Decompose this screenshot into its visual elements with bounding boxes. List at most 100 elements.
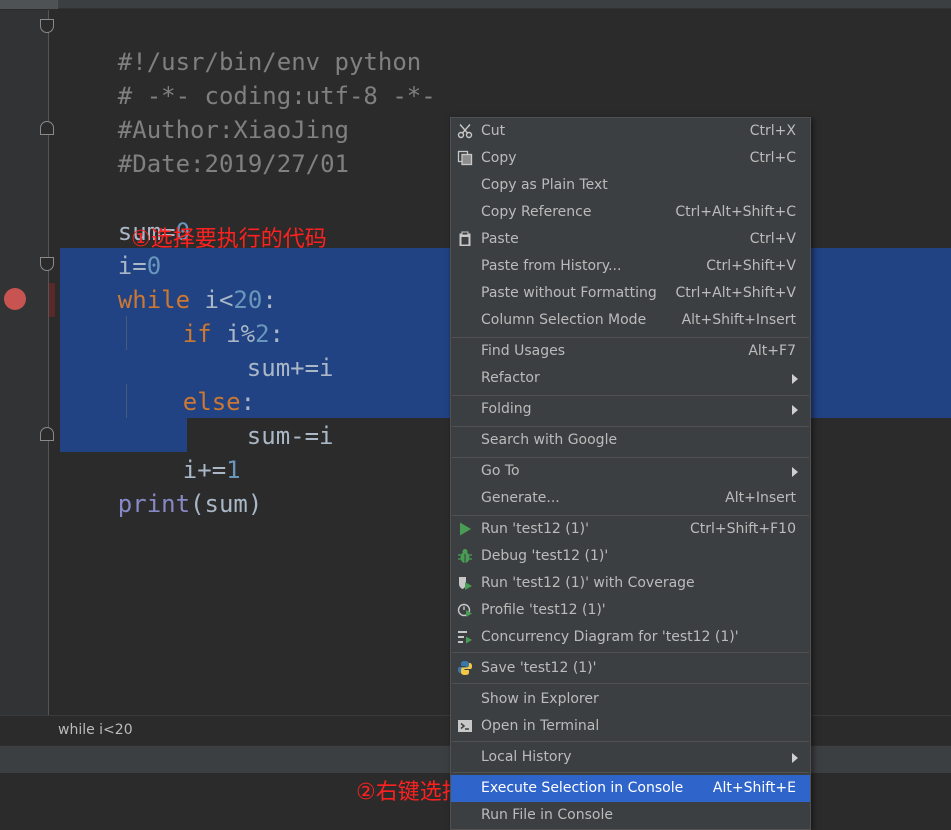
menu-item-label: Column Selection Mode xyxy=(481,312,647,328)
menu-item-shortcut: Alt+Shift+E xyxy=(712,780,796,796)
menu-item-label: Go To xyxy=(481,463,520,479)
menu-item-column-selection[interactable]: Column Selection Mode Alt+Shift+Insert xyxy=(451,307,810,334)
code-token: sum+=i xyxy=(246,354,334,382)
menu-separator xyxy=(452,741,809,742)
menu-item-copy[interactable]: Copy Ctrl+C xyxy=(451,145,810,172)
breakpoint-line-marker xyxy=(49,283,55,317)
menu-item-open-terminal[interactable]: Open in Terminal xyxy=(451,713,810,740)
menu-item-label: Find Usages xyxy=(481,343,566,359)
annotation-step2: ②右键选择 xyxy=(356,780,464,805)
menu-item-paste-without-formatting[interactable]: Paste without Formatting Ctrl+Alt+Shift+… xyxy=(451,280,810,307)
code-line: else: xyxy=(125,351,255,416)
submenu-arrow-icon xyxy=(792,467,798,477)
breakpoint-icon[interactable] xyxy=(4,288,26,310)
menu-item-shortcut: Ctrl+Shift+F10 xyxy=(689,521,796,537)
python-icon xyxy=(457,660,473,676)
menu-item-cut[interactable]: Cut Ctrl+X xyxy=(451,118,810,145)
menu-item-paste[interactable]: Paste Ctrl+V xyxy=(451,226,810,253)
code-line: while i<20: xyxy=(60,249,277,314)
annotation-step1: ①选择要执行的代码 xyxy=(131,227,327,252)
menu-item-search-google[interactable]: Search with Google xyxy=(451,427,810,454)
debug-bug-icon xyxy=(457,548,473,564)
fold-toggle-icon[interactable] xyxy=(40,19,54,33)
menu-item-shortcut: Alt+Shift+Insert xyxy=(681,312,796,328)
fold-toggle-icon[interactable] xyxy=(40,257,54,271)
code-line: sum-=i xyxy=(189,385,334,450)
menu-item-concurrency-diagram[interactable]: Concurrency Diagram for 'test12 (1)' xyxy=(451,624,810,651)
menu-item-label: Folding xyxy=(481,401,532,417)
fold-toggle-icon[interactable] xyxy=(40,427,54,441)
menu-item-profile[interactable]: Profile 'test12 (1)' xyxy=(451,597,810,624)
menu-item-refactor[interactable]: Refactor xyxy=(451,365,810,392)
menu-item-shortcut: Ctrl+X xyxy=(749,123,796,139)
menu-item-label: Concurrency Diagram for 'test12 (1)' xyxy=(481,629,739,645)
fold-toggle-icon[interactable] xyxy=(40,121,54,135)
editor-gutter[interactable] xyxy=(0,10,48,715)
profile-icon xyxy=(457,602,473,618)
code-line: #!/usr/bin/env python xyxy=(60,11,421,76)
scissors-icon xyxy=(457,123,473,139)
terminal-icon xyxy=(457,718,473,734)
code-comment: #Date:2019/27/01 xyxy=(117,150,349,178)
menu-item-find-usages[interactable]: Find Usages Alt+F7 xyxy=(451,338,810,365)
menu-item-run-file-console[interactable]: Run File in Console xyxy=(451,802,810,829)
code-builtin: print xyxy=(117,490,191,518)
menu-item-copy-reference[interactable]: Copy Reference Ctrl+Alt+Shift+C xyxy=(451,199,810,226)
menu-item-execute-selection-console[interactable]: Execute Selection in Console Alt+Shift+E xyxy=(451,775,810,802)
menu-separator xyxy=(452,683,809,684)
menu-item-save[interactable]: Save 'test12 (1)' xyxy=(451,655,810,682)
menu-item-label: Local History xyxy=(481,749,572,765)
menu-item-paste-history[interactable]: Paste from History... Ctrl+Shift+V xyxy=(451,253,810,280)
menu-item-shortcut: Ctrl+V xyxy=(749,231,796,247)
code-line: sum+=i xyxy=(189,317,334,382)
breadcrumb-item[interactable]: while i<20 xyxy=(58,722,133,738)
menu-item-label: Copy as Plain Text xyxy=(481,177,608,193)
menu-item-label: Profile 'test12 (1)' xyxy=(481,602,606,618)
menu-item-label: Open in Terminal xyxy=(481,718,600,734)
code-line: sum=0 xyxy=(60,181,190,246)
gutter-divider xyxy=(48,10,49,715)
code-token: (sum) xyxy=(190,490,263,518)
menu-item-local-history[interactable]: Local History xyxy=(451,744,810,771)
menu-item-label: Show in Explorer xyxy=(481,691,599,707)
concurrency-icon xyxy=(457,629,473,645)
submenu-arrow-icon xyxy=(792,374,798,384)
menu-item-go-to[interactable]: Go To xyxy=(451,458,810,485)
menu-item-copy-plain[interactable]: Copy as Plain Text xyxy=(451,172,810,199)
copy-icon xyxy=(457,150,473,166)
menu-item-shortcut: Alt+F7 xyxy=(748,343,796,359)
menu-item-label: Run 'test12 (1)' xyxy=(481,521,589,537)
file-tab[interactable] xyxy=(0,0,58,9)
menu-item-folding[interactable]: Folding xyxy=(451,396,810,423)
code-line: #Date:2019/27/01 xyxy=(60,113,349,178)
menu-item-show-explorer[interactable]: Show in Explorer xyxy=(451,686,810,713)
menu-item-shortcut: Ctrl+C xyxy=(749,150,796,166)
code-line: if i%2: xyxy=(125,283,284,348)
coverage-icon xyxy=(457,575,473,591)
menu-item-label: Run File in Console xyxy=(481,807,613,823)
menu-item-debug[interactable]: Debug 'test12 (1)' xyxy=(451,543,810,570)
menu-item-label: Paste without Formatting xyxy=(481,285,657,301)
context-menu: Cut Ctrl+X Copy Ctrl+C Copy as Plain Tex… xyxy=(450,117,811,830)
menu-item-label: Search with Google xyxy=(481,432,618,448)
menu-separator xyxy=(452,652,809,653)
menu-item-run-coverage[interactable]: Run 'test12 (1)' with Coverage xyxy=(451,570,810,597)
menu-item-label: Refactor xyxy=(481,370,540,386)
menu-separator xyxy=(452,772,809,773)
menu-item-run[interactable]: Run 'test12 (1)' Ctrl+Shift+F10 xyxy=(451,516,810,543)
code-line: # -*- coding:utf-8 -*- xyxy=(60,45,436,110)
code-line: print(sum) xyxy=(60,453,263,518)
menu-item-label: Paste xyxy=(481,231,519,247)
menu-item-shortcut: Alt+Insert xyxy=(725,490,796,506)
menu-item-label: Cut xyxy=(481,123,506,139)
menu-item-shortcut: Ctrl+Shift+V xyxy=(706,258,796,274)
menu-item-label: Save 'test12 (1)' xyxy=(481,660,597,676)
clipboard-icon xyxy=(457,231,473,247)
menu-item-generate[interactable]: Generate... Alt+Insert xyxy=(451,485,810,512)
code-line: #Author:XiaoJing xyxy=(60,79,349,144)
submenu-arrow-icon xyxy=(792,753,798,763)
menu-item-label: Paste from History... xyxy=(481,258,622,274)
menu-item-label: Copy xyxy=(481,150,517,166)
menu-item-label: Run 'test12 (1)' with Coverage xyxy=(481,575,695,591)
code-line: i+=1 xyxy=(125,419,241,484)
